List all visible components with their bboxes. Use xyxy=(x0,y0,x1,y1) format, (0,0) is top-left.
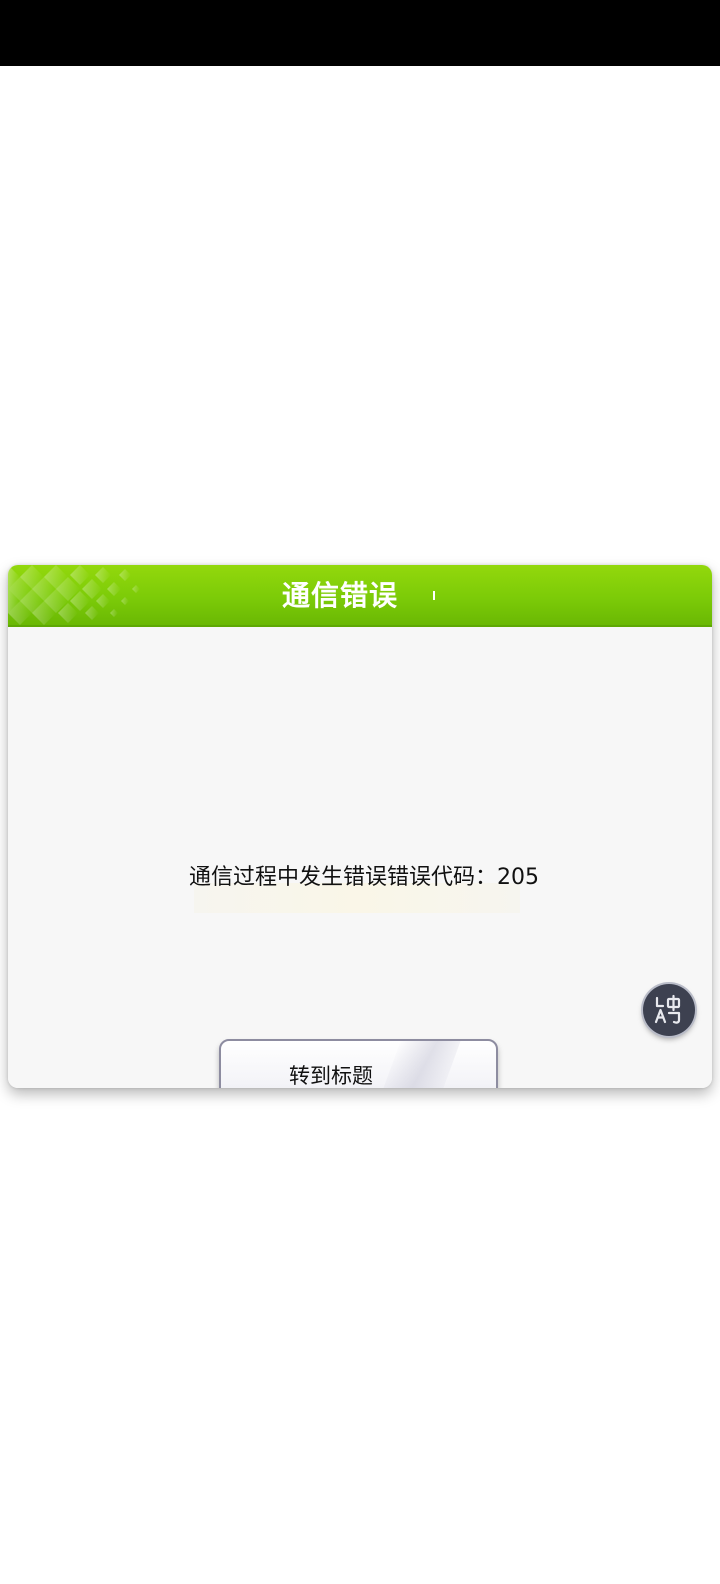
title-decoration xyxy=(433,591,435,600)
error-dialog: 通信错误 通信过程中发生错误错误代码：205 转到标题 xyxy=(8,565,712,1088)
go-to-title-button[interactable]: 转到标题 xyxy=(219,1039,498,1088)
dialog-header: 通信错误 xyxy=(8,565,712,627)
translate-button[interactable] xyxy=(643,984,695,1036)
go-to-title-label: 转到标题 xyxy=(289,1064,373,1088)
dialog-body: 通信过程中发生错误错误代码：205 转到标题 xyxy=(8,627,712,1088)
error-message: 通信过程中发生错误错误代码：205 xyxy=(189,865,539,890)
dialog-title: 通信错误 xyxy=(281,579,398,612)
status-bar xyxy=(0,0,720,66)
translate-icon xyxy=(654,994,681,1024)
